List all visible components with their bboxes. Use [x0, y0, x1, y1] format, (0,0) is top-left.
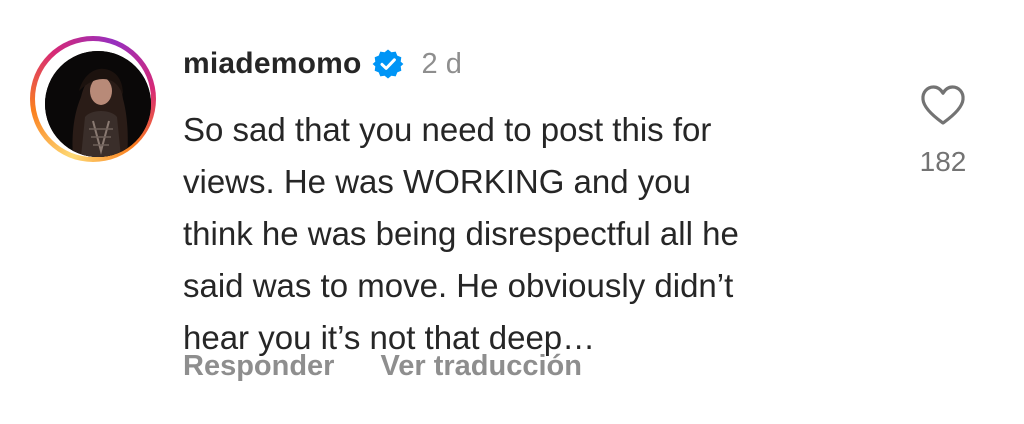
heart-icon[interactable]: [920, 84, 966, 126]
username[interactable]: miademomo: [183, 47, 362, 81]
comment-text-line: said was to move. He obviously didn’t: [183, 267, 734, 304]
timestamp: 2 d: [421, 47, 462, 80]
verified-badge-icon: [372, 48, 404, 80]
see-translation-button[interactable]: Ver traducción: [380, 350, 581, 383]
like-count: 182: [919, 146, 967, 177]
comment-text: So sad that you need to post this for vi…: [183, 104, 883, 364]
comment-header: miademomo 2 d: [183, 42, 462, 86]
comment-actions: Responder Ver traducción: [183, 350, 582, 383]
comment-text-line: views. He was WORKING and you: [183, 163, 691, 200]
avatar-image: [45, 51, 151, 157]
comment: miademomo 2 d So sad that you need to po…: [0, 0, 1024, 424]
comment-text-line: So sad that you need to post this for: [183, 111, 712, 148]
reply-button[interactable]: Responder: [183, 350, 334, 383]
story-ring[interactable]: [30, 36, 156, 162]
avatar[interactable]: [45, 51, 151, 157]
comment-text-line: think he was being disrespectful all he: [183, 215, 739, 252]
